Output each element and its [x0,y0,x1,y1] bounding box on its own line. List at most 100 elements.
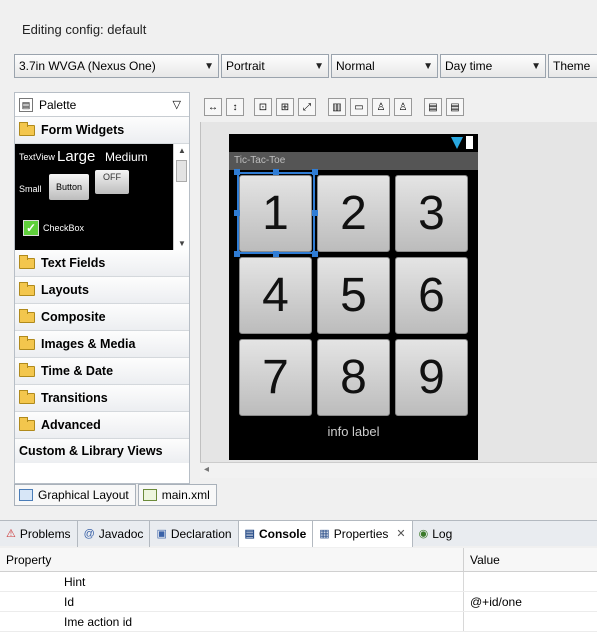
scroll-up-icon[interactable]: ▲ [178,146,186,155]
app-title-bar: Tic-Tac-Toe [229,152,478,170]
device-preview: Tic-Tac-Toe 1 2 3 4 5 6 7 8 9 info label [229,134,478,460]
canvas-toolbar: ↔ ↕ ⊡ ⊞ ⤢ ▥ ▭ ♙ ♙ ▤ ▤ [204,96,464,118]
cell-button[interactable]: 3 [395,175,468,252]
resize-handle[interactable] [234,210,240,216]
resize-handle[interactable] [312,210,318,216]
table-row[interactable]: Hint [0,572,597,592]
preview-toggle-button[interactable]: OFF [95,170,129,194]
zoom-menu-icon[interactable]: ⤢ [298,98,316,116]
properties-table: Property Value Hint Id @+id/one Ime acti… [0,548,597,640]
preview-medium-text[interactable]: Medium [105,150,148,164]
folder-open-icon [19,121,35,136]
preview-button[interactable]: Button [49,174,89,200]
table-header: Property Value [0,548,597,572]
cell-button[interactable]: 2 [317,175,390,252]
palette-category-text-fields[interactable]: Text Fields [15,250,189,277]
category-label: Advanced [41,418,101,432]
column-header-property[interactable]: Property [0,548,464,571]
resize-handle[interactable] [312,169,318,175]
chevron-down-icon[interactable]: ▽ [173,98,181,111]
tab-log[interactable]: ◉ Log [413,521,459,547]
resize-handle[interactable] [273,251,279,257]
checkbox-icon[interactable]: ✓ [23,220,39,236]
tab-graphical-layout[interactable]: Graphical Layout [14,484,136,506]
cell-button[interactable]: 6 [395,257,468,334]
preview-large-text[interactable]: Large [57,148,95,165]
palette-category-advanced[interactable]: Advanced [15,412,189,439]
config-toolbar: 3.7in WVGA (Nexus One) ▼ Portrait ▼ Normal… [14,54,597,80]
canvas-horizontal-scrollbar[interactable]: ◂ [200,462,597,478]
fill-height-icon[interactable]: ↕ [226,98,244,116]
log-icon: ◉ [418,528,429,540]
palette-category-composite[interactable]: Composite [15,304,189,331]
cell-button[interactable]: 4 [239,257,312,334]
fill-width-icon[interactable]: ↔ [204,98,222,116]
tab-console[interactable]: ▤ Console [238,520,314,547]
palette-category-layouts[interactable]: Layouts [15,277,189,304]
cell-button[interactable]: 7 [239,339,312,416]
tab-label: Console [258,526,307,541]
property-name: Ime action id [0,612,464,631]
palette-icon: ▤ [19,97,33,112]
scroll-down-icon[interactable]: ▼ [178,239,186,248]
tab-javadoc[interactable]: @ Javadoc [78,520,151,547]
resize-handle[interactable] [234,251,240,257]
layout-person-icon[interactable]: ♙ [372,98,390,116]
preview-textview[interactable]: TextView [19,152,55,162]
scroll-left-icon[interactable]: ◂ [204,464,209,475]
tab-label: Log [432,526,453,541]
time-select[interactable]: Day time ▼ [440,54,546,78]
cell-button[interactable]: 5 [317,257,390,334]
palette-category-custom-views[interactable]: Custom & Library Views [15,439,189,463]
device-select-value: 3.7in WVGA (Nexus One) [19,59,156,73]
palette-header[interactable]: ▤ Palette ▽ [15,93,189,117]
chevron-down-icon: ▼ [531,60,541,72]
zoom-actual-icon[interactable]: ⊞ [276,98,294,116]
add-row-icon[interactable]: ▤ [424,98,442,116]
close-icon[interactable]: ✕ [396,527,405,540]
info-label[interactable]: info label [229,424,478,439]
column-header-value[interactable]: Value [464,548,597,571]
palette-category-form-widgets[interactable]: Form Widgets [15,117,189,144]
table-row[interactable]: Ime action id [0,612,597,632]
table-row[interactable]: Id @+id/one [0,592,597,612]
mode-select[interactable]: Normal ▼ [331,54,438,78]
tab-label: main.xml [161,488,210,502]
zoom-fit-icon[interactable]: ⊡ [254,98,272,116]
xml-file-icon [142,489,157,501]
property-value[interactable]: @+id/one [464,592,597,611]
scroll-thumb[interactable] [176,160,187,182]
wifi-icon [451,137,463,149]
cell-button[interactable]: 8 [317,339,390,416]
device-select[interactable]: 3.7in WVGA (Nexus One) ▼ [14,54,219,78]
folder-icon [19,308,35,323]
category-label: Images & Media [41,337,136,351]
orientation-select[interactable]: Portrait ▼ [221,54,329,78]
preview-scrollbar[interactable]: ▲ ▼ [173,144,189,250]
tab-properties[interactable]: ▦ Properties ✕ [313,520,413,547]
tab-main-xml[interactable]: main.xml [137,484,217,506]
mode-select-value: Normal [336,59,375,73]
resize-handle[interactable] [234,169,240,175]
cell-button[interactable]: 9 [395,339,468,416]
editor-tabs: Graphical Layout main.xml [14,484,217,508]
palette-category-transitions[interactable]: Transitions [15,385,189,412]
layout-box-icon[interactable]: ▭ [350,98,368,116]
javadoc-icon: @ [83,527,95,540]
layout-person-red-icon[interactable]: ♙ [394,98,412,116]
tab-problems[interactable]: ⚠ Problems [0,520,78,547]
preview-small-text[interactable]: Small [19,184,42,194]
selection-outline [237,172,315,254]
property-value[interactable] [464,572,597,591]
config-title: Editing config: default [22,22,147,37]
category-label: Custom & Library Views [19,444,163,458]
resize-handle[interactable] [312,251,318,257]
theme-select[interactable]: Theme [548,54,597,78]
palette-category-images-media[interactable]: Images & Media [15,331,189,358]
property-value[interactable] [464,612,597,631]
layout-column-icon[interactable]: ▥ [328,98,346,116]
tab-declaration[interactable]: ▣ Declaration [150,520,239,547]
resize-handle[interactable] [273,169,279,175]
remove-row-icon[interactable]: ▤ [446,98,464,116]
palette-category-time-date[interactable]: Time & Date [15,358,189,385]
